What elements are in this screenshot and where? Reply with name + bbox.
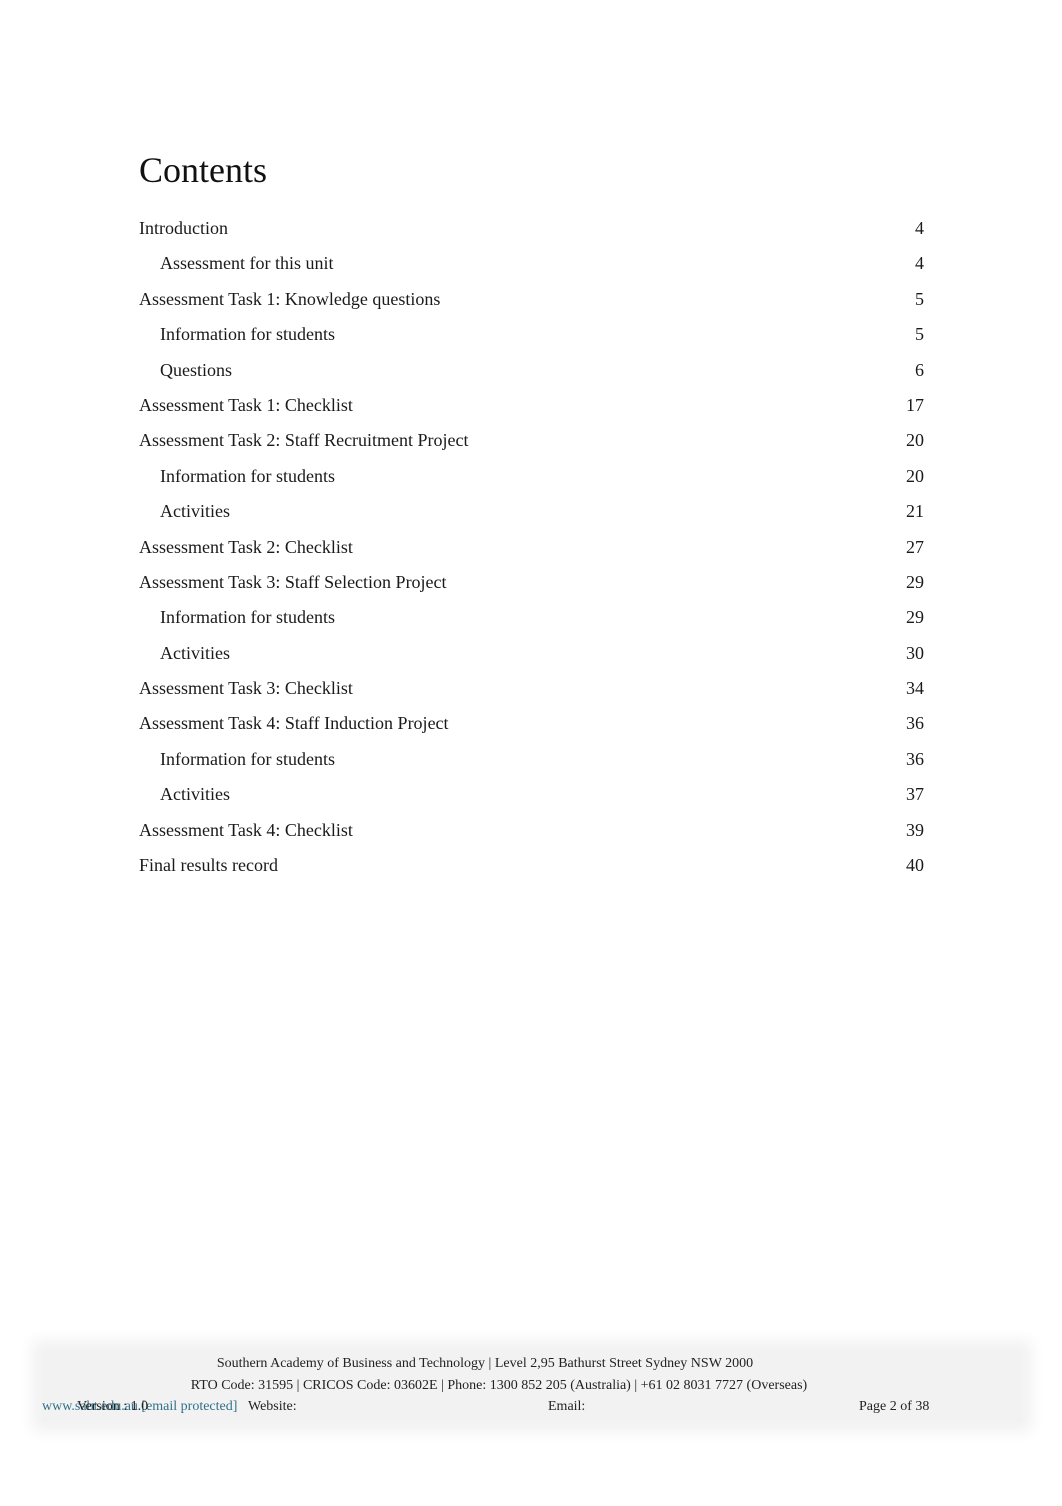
toc-entry[interactable]: Final results record 40 [139, 851, 924, 886]
toc-entry[interactable]: Activities 37 [139, 780, 924, 815]
toc-entry-page-number: 30 [906, 642, 924, 663]
toc-entry[interactable]: Assessment Task 2: Checklist 27 [139, 533, 924, 568]
email-label: Email: [548, 1399, 586, 1414]
toc-entry-page-number: 20 [906, 465, 924, 486]
toc-entry-page-number: 17 [906, 394, 924, 415]
table-of-contents: Introduction 4 Assessment for this unit 4 As… [139, 214, 924, 886]
toc-entry[interactable]: Information for students 29 [139, 603, 924, 638]
page-indicator: Page 2 of 38 [859, 1399, 930, 1414]
toc-entry[interactable]: Introduction 4 [139, 214, 924, 249]
toc-entry-label: Questions [160, 359, 232, 380]
toc-entry[interactable]: Assessment Task 4: Staff Induction Proje… [139, 709, 924, 744]
toc-entry[interactable]: Assessment Task 1: Knowledge questions 5 [139, 285, 924, 320]
toc-entry-label: Assessment Task 2: Checklist [139, 536, 353, 557]
toc-entry-label: Introduction [139, 218, 228, 238]
toc-entry-label: Assessment Task 4: Staff Induction Proje… [139, 713, 449, 734]
toc-entry-label: Assessment Task 3: Staff Selection Proje… [139, 571, 447, 592]
toc-entry-page-number: 39 [906, 819, 924, 840]
toc-entry-label: Assessment Task 2: Staff Recruitment Pro… [139, 430, 469, 451]
toc-entry-page-number: 4 [915, 218, 924, 238]
toc-entry[interactable]: Assessment Task 3: Checklist 34 [139, 674, 924, 709]
toc-entry[interactable]: Assessment Task 1: Checklist 17 [139, 391, 924, 426]
toc-entry-page-number: 34 [906, 678, 924, 699]
page-title: Contents [139, 150, 268, 190]
toc-entry-page-number: 6 [915, 359, 924, 380]
toc-entry-label: Assessment Task 4: Checklist [139, 819, 353, 840]
website-label: Website: [248, 1399, 297, 1414]
toc-entry-page-number: 5 [915, 324, 924, 345]
toc-entry[interactable]: Assessment for this unit 4 [139, 249, 924, 284]
toc-entry-label: Final results record [139, 855, 278, 876]
toc-entry[interactable]: Activities 21 [139, 497, 924, 532]
toc-entry-label: Activities [160, 501, 230, 522]
toc-entry-page-number: 4 [915, 253, 924, 274]
page-footer: Southern Academy of Business and Technol… [42, 1350, 1022, 1422]
toc-entry-label: Activities [160, 784, 230, 805]
toc-entry-page-number: 21 [906, 501, 924, 522]
toc-entry-page-number: 37 [906, 784, 924, 805]
toc-entry[interactable]: Assessment Task 3: Staff Selection Proje… [139, 568, 924, 603]
toc-entry[interactable]: Assessment Task 4: Checklist 39 [139, 816, 924, 851]
toc-entry-page-number: 40 [906, 855, 924, 876]
toc-entry-page-number: 29 [906, 571, 924, 592]
toc-entry-label: Assessment for this unit [160, 253, 334, 274]
toc-entry[interactable]: Assessment Task 2: Staff Recruitment Pro… [139, 426, 924, 461]
toc-entry-page-number: 36 [906, 713, 924, 734]
toc-entry-page-number: 29 [906, 607, 924, 628]
toc-entry-label: Information for students [160, 607, 335, 628]
footer-address: Southern Academy of Business and Technol… [216, 1356, 754, 1371]
toc-entry-label: Assessment Task 1: Checklist [139, 394, 353, 415]
toc-entry[interactable]: Information for students 5 [139, 320, 924, 355]
toc-entry-label: Information for students [160, 324, 335, 345]
toc-entry-label: Assessment Task 1: Knowledge questions [139, 288, 441, 309]
toc-entry[interactable]: Activities 30 [139, 639, 924, 674]
footer-info-row: Version : 1.0 Website: www.sabt.edu.au E… [42, 1398, 1022, 1416]
toc-entry-label: Information for students [160, 465, 335, 486]
toc-entry-page-number: 5 [915, 288, 924, 309]
toc-entry-label: Assessment Task 3: Checklist [139, 678, 353, 699]
toc-entry-label: Information for students [160, 748, 335, 769]
toc-entry[interactable]: Information for students 20 [139, 462, 924, 497]
toc-entry-page-number: 36 [906, 748, 924, 769]
toc-entry-page-number: 20 [906, 430, 924, 451]
toc-entry-page-number: 27 [906, 536, 924, 557]
version-label: Version : 1.0 [77, 1399, 149, 1414]
toc-entry[interactable]: Questions 6 [139, 356, 924, 391]
email-link[interactable]: [email protected] [141, 1399, 237, 1414]
footer-codes: RTO Code: 31595 | CRICOS Code: 03602E | … [190, 1378, 808, 1393]
toc-entry[interactable]: Information for students 36 [139, 745, 924, 780]
toc-entry-label: Activities [160, 642, 230, 663]
